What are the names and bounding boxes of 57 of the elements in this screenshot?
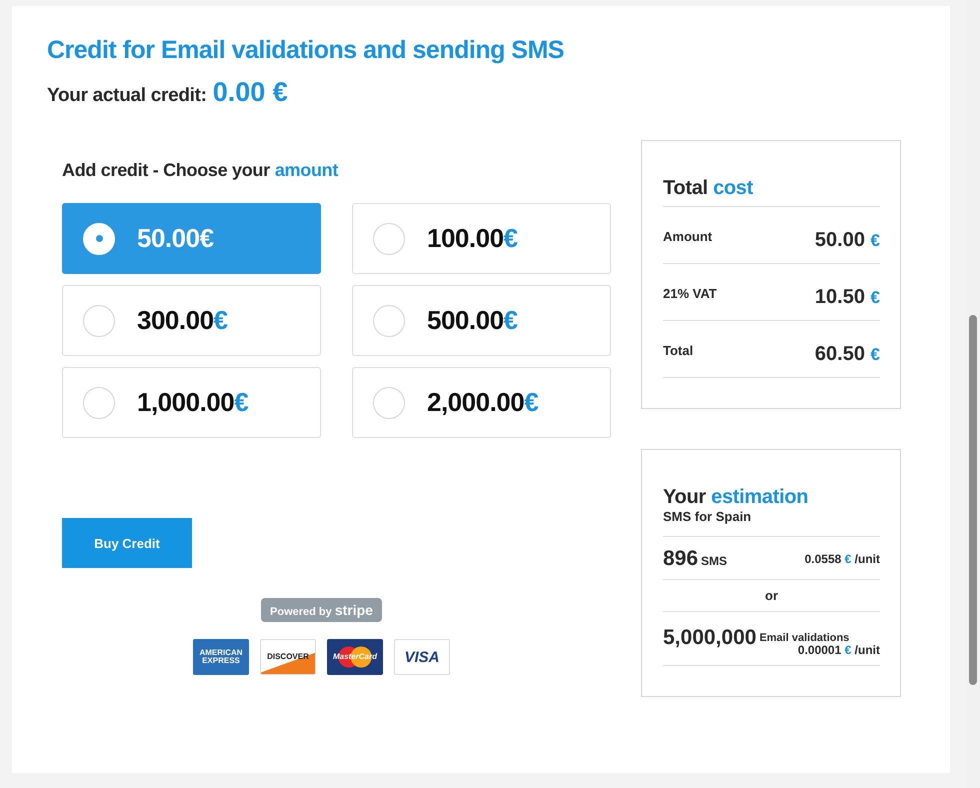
currency-sign: € bbox=[524, 387, 539, 418]
amount-option[interactable]: 1,000.00€ bbox=[62, 367, 321, 438]
amount-text: 300.00 bbox=[137, 305, 214, 336]
currency-sign: € bbox=[504, 305, 518, 336]
section-heading-accent: amount bbox=[274, 160, 338, 181]
currency-sign: € bbox=[870, 231, 880, 250]
currency-sign: € bbox=[504, 223, 518, 254]
powered-by-stripe-badge: Powered by stripe bbox=[261, 598, 382, 622]
validation-count: 5,000,000 bbox=[663, 626, 756, 650]
currency-sign: € bbox=[844, 643, 852, 658]
cost-label: Amount bbox=[663, 229, 712, 244]
amount-text: 500.00 bbox=[427, 305, 504, 336]
box-title-accent: estimation bbox=[711, 486, 808, 508]
or-label: or bbox=[663, 580, 880, 612]
radio-button[interactable] bbox=[373, 222, 405, 254]
amount-text: 50.00 bbox=[137, 223, 200, 254]
radio-button[interactable] bbox=[83, 386, 115, 418]
per-unit-label: /unit bbox=[854, 643, 880, 658]
card-logo: DISCOVER bbox=[260, 639, 316, 675]
card-logo: VISA bbox=[394, 639, 450, 675]
estimation-subtitle: SMS for Spain bbox=[663, 509, 880, 537]
cost-value: 60.50 bbox=[814, 343, 865, 365]
currency-sign: € bbox=[214, 305, 228, 336]
unit-label: SMS bbox=[701, 554, 728, 568]
unit-label: Email validations bbox=[759, 632, 850, 644]
box-title-accent: cost bbox=[713, 177, 753, 199]
credit-value: 0.00 € bbox=[212, 77, 288, 108]
amount-option[interactable]: 300.00€ bbox=[62, 285, 321, 356]
amount-text: 100.00 bbox=[427, 223, 504, 254]
amount-option[interactable]: 500.00€ bbox=[352, 285, 611, 356]
currency-sign: € bbox=[844, 552, 852, 566]
unit-price: 0.0558 bbox=[804, 552, 842, 566]
amount-option[interactable]: 2,000.00€ bbox=[352, 367, 611, 438]
card-logo: AMERICAN EXPRESS bbox=[193, 639, 249, 675]
credit-label: Your actual credit: bbox=[47, 85, 207, 107]
sms-count: 896 bbox=[663, 547, 698, 571]
section-heading: Add credit - Choose your bbox=[62, 160, 270, 181]
box-title: Total bbox=[663, 177, 708, 199]
currency-sign: € bbox=[234, 387, 249, 418]
box-title: Your bbox=[663, 486, 706, 508]
cost-value: 10.50 bbox=[814, 286, 865, 308]
radio-button[interactable] bbox=[373, 386, 405, 418]
per-unit-label: /unit bbox=[854, 552, 880, 566]
radio-button[interactable] bbox=[373, 304, 405, 336]
radio-button[interactable] bbox=[83, 304, 115, 336]
cost-label: 21% VAT bbox=[663, 286, 717, 301]
scrollbar-thumb[interactable] bbox=[969, 315, 977, 685]
cost-value: 50.00 bbox=[814, 229, 865, 251]
currency-sign: € bbox=[870, 345, 880, 364]
amount-text: 2,000.00 bbox=[427, 387, 524, 418]
amount-option[interactable]: 100.00€ bbox=[352, 203, 611, 274]
unit-price: 0.00001 bbox=[798, 643, 842, 658]
currency-sign: € bbox=[200, 223, 214, 254]
page-title: Credit for Email validations and sending SMS bbox=[47, 36, 565, 65]
amount-text: 1,000.00 bbox=[137, 387, 234, 418]
cost-label: Total bbox=[663, 343, 694, 358]
currency-sign: € bbox=[870, 288, 880, 307]
